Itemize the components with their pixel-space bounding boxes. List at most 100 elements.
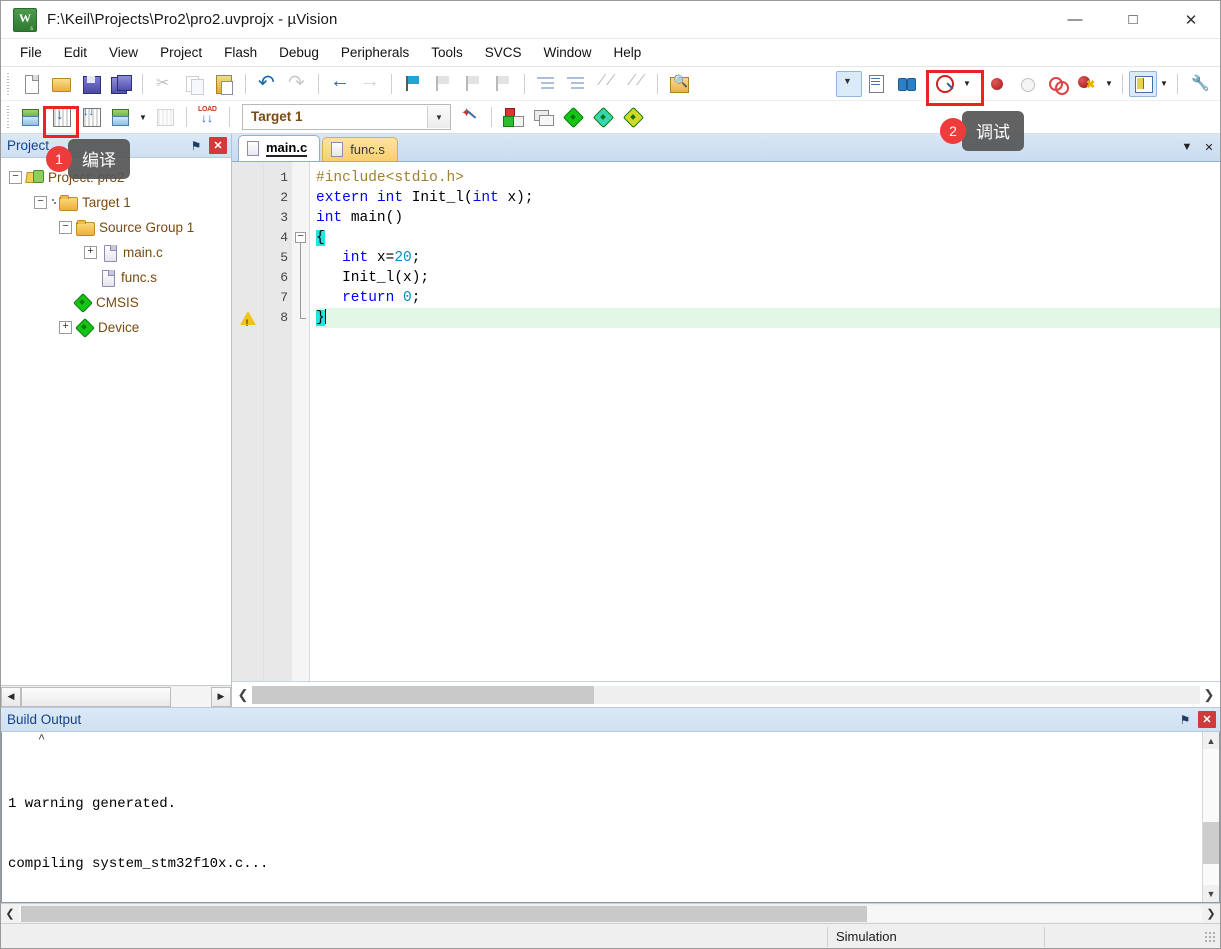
insert-bookmark-button[interactable] (398, 70, 428, 98)
debug-dropdown-caret[interactable]: ▼ (960, 70, 974, 98)
scroll-right-arrow-icon[interactable]: ❯ (1200, 685, 1218, 705)
project-pane-close-icon[interactable]: ✕ (209, 137, 227, 154)
scroll-left-arrow-icon[interactable]: ❮ (1, 905, 19, 923)
navigate-back-button[interactable] (325, 70, 355, 98)
configure-target-button[interactable] (1184, 70, 1214, 98)
build-target-button[interactable] (46, 103, 76, 131)
open-file-button[interactable] (46, 70, 76, 98)
code-editor[interactable]: 1 2 3 4 5 6 7 8 − (232, 162, 1220, 681)
build-output-hscrollbar[interactable]: ❮ ❯ (1, 903, 1220, 923)
hscroll-thumb[interactable] (21, 686, 171, 707)
uncomment-button[interactable] (621, 70, 651, 98)
tree-item-cmsis[interactable]: CMSIS (1, 290, 231, 315)
expander-icon[interactable]: − (9, 171, 22, 184)
rebuild-all-button[interactable] (76, 103, 106, 131)
scroll-down-arrow-icon[interactable]: ▼ (1203, 885, 1219, 902)
tree-item-func-s[interactable]: func.s (1, 265, 231, 290)
menu-svcs[interactable]: SVCS (474, 42, 533, 63)
paste-button[interactable] (209, 70, 239, 98)
prev-bookmark-button[interactable] (428, 70, 458, 98)
menu-help[interactable]: Help (603, 42, 653, 63)
menu-peripherals[interactable]: Peripherals (330, 42, 420, 63)
maximize-button[interactable]: □ (1104, 1, 1162, 39)
redo-button[interactable] (282, 70, 312, 98)
tree-item-target[interactable]: − Target 1 (1, 190, 231, 215)
build-hscroll-track[interactable] (19, 905, 1202, 922)
expander-icon[interactable]: − (34, 196, 47, 209)
menu-project[interactable]: Project (149, 42, 213, 63)
run-utility-button[interactable] (588, 103, 618, 131)
scroll-up-arrow-icon[interactable]: ▲ (1203, 732, 1219, 749)
menu-debug[interactable]: Debug (268, 42, 330, 63)
save-button[interactable] (76, 70, 106, 98)
build-toolbar-grip[interactable] (5, 106, 13, 128)
stop-build-button[interactable] (150, 103, 180, 131)
tab-func-s[interactable]: func.s (322, 137, 398, 161)
build-output-vscrollbar[interactable]: ▲ ▼ (1202, 732, 1219, 902)
build-output-close-icon[interactable]: ✕ (1198, 711, 1216, 728)
menu-flash[interactable]: Flash (213, 42, 268, 63)
target-selector[interactable]: Target 1 ▼ (242, 104, 451, 130)
manage-components-button[interactable] (498, 103, 528, 131)
copy-button[interactable] (179, 70, 209, 98)
scroll-right-arrow-icon[interactable]: ▶ (211, 686, 231, 707)
editor-hscroll-track[interactable] (252, 685, 1200, 704)
build-output-body[interactable]: ^ 1 warning generated. compiling system_… (1, 732, 1220, 903)
pack-installer-button[interactable] (558, 103, 588, 131)
editor-marker-gutter[interactable] (232, 162, 264, 681)
menu-file[interactable]: File (9, 42, 53, 63)
close-button[interactable]: ✕ (1162, 1, 1220, 39)
build-hscroll-thumb[interactable] (21, 905, 867, 922)
pin-icon[interactable]: ⚑ (1175, 710, 1195, 730)
windows-dropdown-caret[interactable]: ▼ (1157, 70, 1171, 98)
target-dropdown-arrow[interactable]: ▼ (427, 106, 450, 128)
find-symbol-button[interactable] (892, 70, 922, 98)
breakpoints-dropdown-caret[interactable]: ▼ (1102, 70, 1116, 98)
tree-item-source-group[interactable]: − Source Group 1 (1, 215, 231, 240)
tab-main-c[interactable]: main.c (238, 135, 321, 161)
next-bookmark-button[interactable] (458, 70, 488, 98)
scroll-left-arrow-icon[interactable]: ❮ (234, 685, 252, 705)
hscroll-track[interactable] (21, 686, 211, 707)
vscroll-thumb[interactable] (1203, 822, 1219, 865)
kill-all-breakpoints-button[interactable] (1072, 70, 1102, 98)
vscroll-track[interactable] (1203, 749, 1219, 885)
start-debug-button[interactable] (930, 70, 960, 98)
multi-project-button[interactable] (528, 103, 558, 131)
cut-button[interactable] (149, 70, 179, 98)
options-dropdown-button[interactable] (836, 70, 862, 97)
new-file-button[interactable] (16, 70, 46, 98)
editor-close-icon[interactable]: ✕ (1198, 136, 1220, 158)
outdent-button[interactable] (561, 70, 591, 98)
batch-build-button[interactable] (106, 103, 136, 131)
disable-breakpoint-button[interactable] (1012, 70, 1042, 98)
menu-view[interactable]: View (98, 42, 149, 63)
insert-breakpoint-button[interactable] (982, 70, 1012, 98)
expander-icon[interactable]: + (59, 321, 72, 334)
code-text[interactable]: #include<stdio.h> extern int Init_l(int … (310, 162, 1220, 681)
scroll-left-arrow-icon[interactable]: ◀ (1, 686, 21, 707)
tab-list-caret-icon[interactable]: ▼ (1176, 136, 1198, 158)
save-all-button[interactable] (106, 70, 136, 98)
undo-button[interactable] (252, 70, 282, 98)
tree-item-device[interactable]: + Device (1, 315, 231, 340)
navigate-forward-button[interactable] (355, 70, 385, 98)
scroll-right-arrow-icon[interactable]: ❯ (1202, 905, 1220, 923)
menu-tools[interactable]: Tools (420, 42, 474, 63)
translate-file-button[interactable] (16, 103, 46, 131)
source-browse-button[interactable] (862, 70, 892, 98)
menu-edit[interactable]: Edit (53, 42, 98, 63)
comment-button[interactable] (591, 70, 621, 98)
tree-item-project[interactable]: − Project: pro2 (1, 165, 231, 190)
pin-icon[interactable]: ⚑ (186, 136, 206, 156)
editor-fold-gutter[interactable]: − (292, 162, 310, 681)
clear-bookmarks-button[interactable] (488, 70, 518, 98)
download-button[interactable] (193, 103, 223, 131)
manage-windows-button[interactable] (1129, 70, 1157, 97)
tree-item-main-c[interactable]: + main.c (1, 240, 231, 265)
disable-all-breakpoints-button[interactable] (1042, 70, 1072, 98)
indent-button[interactable] (531, 70, 561, 98)
expander-icon[interactable]: + (84, 246, 97, 259)
menu-window[interactable]: Window (532, 42, 602, 63)
editor-hscroll-thumb[interactable] (252, 685, 594, 704)
